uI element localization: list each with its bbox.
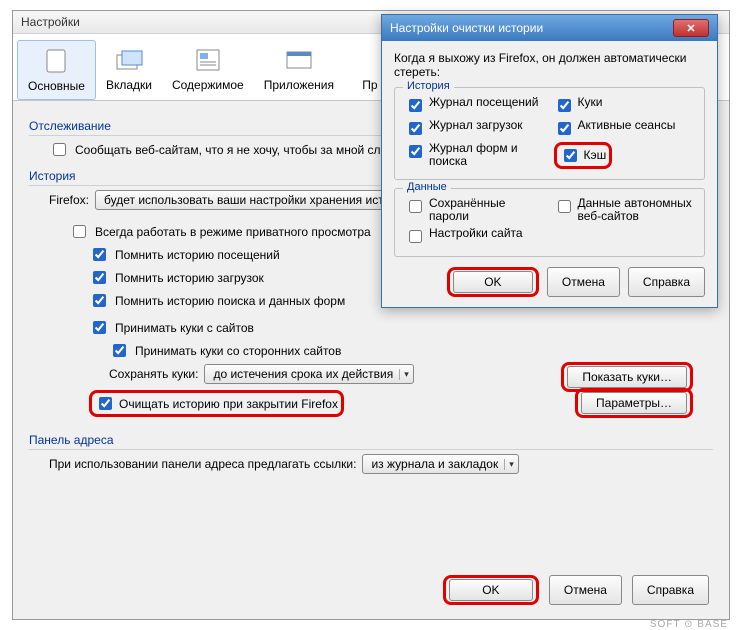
cache-checkbox[interactable]: [564, 149, 577, 162]
history-mode-dropdown[interactable]: будет использовать ваши настройки хранен…: [95, 190, 417, 210]
dropdown-value: будет использовать ваши настройки хранен…: [104, 193, 397, 207]
remember-visits-checkbox[interactable]: [93, 248, 106, 261]
sessions-checkbox[interactable]: [558, 122, 571, 135]
tab-label: Вкладки: [106, 78, 152, 92]
close-button[interactable]: ✕: [673, 19, 709, 37]
tab-cut[interactable]: Пр: [344, 40, 386, 100]
tab-general[interactable]: Основные: [17, 40, 96, 100]
cookies-checkbox[interactable]: [558, 99, 571, 112]
accept-third-label: Принимать куки со сторонних сайтов: [135, 344, 341, 358]
watermark: SOFT ⊙ BASE: [650, 619, 728, 630]
forms-label: Журнал форм и поиска: [429, 142, 546, 168]
apps-icon: [283, 44, 315, 76]
remember-visits-label: Помнить историю посещений: [115, 248, 280, 262]
visits-checkbox[interactable]: [409, 99, 422, 112]
tab-content[interactable]: Содержимое: [162, 40, 254, 100]
accept-cookies-checkbox[interactable]: [93, 321, 106, 334]
remember-downloads-label: Помнить историю загрузок: [115, 271, 264, 285]
keep-cookies-dropdown[interactable]: до истечения срока их действия ▾: [204, 364, 413, 384]
tabs-icon: [113, 44, 145, 76]
dialog-cancel-button[interactable]: Отмена: [547, 267, 620, 297]
always-private-checkbox[interactable]: [73, 225, 86, 238]
dialog-help-button[interactable]: Справка: [628, 267, 705, 297]
tab-label: Содержимое: [172, 78, 244, 92]
passwords-label: Сохранённые пароли: [429, 197, 546, 223]
history-legend: История: [403, 80, 454, 92]
remember-forms-checkbox[interactable]: [93, 294, 106, 307]
clear-history-dialog: Настройки очистки истории ✕ Когда я выхо…: [381, 14, 718, 308]
dropdown-value: из журнала и закладок: [371, 457, 498, 471]
siteprefs-checkbox[interactable]: [409, 230, 422, 243]
clear-on-close-checkbox[interactable]: [99, 397, 112, 410]
dropdown-value: до истечения срока их действия: [213, 367, 393, 381]
visits-label: Журнал посещений: [429, 96, 538, 109]
tab-label: Приложения: [264, 78, 334, 92]
tab-tabs[interactable]: Вкладки: [96, 40, 162, 100]
cookies-label: Куки: [578, 96, 603, 109]
group-addressbar: Панель адреса: [29, 433, 713, 450]
tab-apps[interactable]: Приложения: [254, 40, 344, 100]
chevron-down-icon: ▾: [399, 369, 409, 380]
dialog-ok-button[interactable]: OK: [453, 271, 533, 293]
firefox-label: Firefox:: [49, 193, 89, 207]
passwords-checkbox[interactable]: [409, 200, 422, 213]
always-private-label: Всегда работать в режиме приватного прос…: [95, 225, 371, 239]
main-cancel-button[interactable]: Отмена: [549, 575, 622, 605]
general-icon: [40, 45, 72, 77]
data-fieldset: Данные Сохранённые пароли Данные автоном…: [394, 188, 705, 257]
main-help-button[interactable]: Справка: [632, 575, 709, 605]
tab-label: Основные: [28, 79, 85, 93]
downloads-label: Журнал загрузок: [429, 119, 523, 132]
suggest-label: При использовании панели адреса предлага…: [49, 457, 356, 471]
accept-cookies-label: Принимать куки с сайтов: [115, 321, 254, 335]
remember-forms-label: Помнить историю поиска и данных форм: [115, 294, 345, 308]
keep-cookies-label: Сохранять куки:: [109, 367, 198, 381]
dialog-intro: Когда я выхожу из Firefox, он должен авт…: [394, 51, 705, 79]
dialog-title: Настройки очистки истории: [390, 21, 543, 35]
siteprefs-label: Настройки сайта: [429, 227, 523, 240]
sessions-label: Активные сеансы: [578, 119, 676, 132]
history-fieldset: История Журнал посещений Куки Журнал заг…: [394, 87, 705, 180]
tell-sites-checkbox[interactable]: [53, 143, 66, 156]
tell-sites-label: Сообщать веб-сайтам, что я не хочу, чтоб…: [75, 143, 394, 157]
chevron-down-icon: ▾: [504, 459, 514, 470]
params-button[interactable]: Параметры…: [581, 392, 687, 414]
remember-downloads-checkbox[interactable]: [93, 271, 106, 284]
offline-checkbox[interactable]: [558, 200, 571, 213]
clear-on-close-label: Очищать историю при закрытии Firefox: [119, 397, 338, 411]
data-legend: Данные: [403, 181, 451, 193]
offline-label: Данные автономных веб-сайтов: [578, 197, 695, 223]
cache-label: Кэш: [584, 149, 607, 162]
downloads-checkbox[interactable]: [409, 122, 422, 135]
main-ok-button[interactable]: OK: [449, 579, 533, 601]
content-icon: [192, 44, 224, 76]
accept-third-checkbox[interactable]: [113, 344, 126, 357]
suggest-dropdown[interactable]: из журнала и закладок ▾: [362, 454, 518, 474]
forms-checkbox[interactable]: [409, 145, 422, 158]
show-cookies-button[interactable]: Показать куки…: [567, 366, 687, 388]
